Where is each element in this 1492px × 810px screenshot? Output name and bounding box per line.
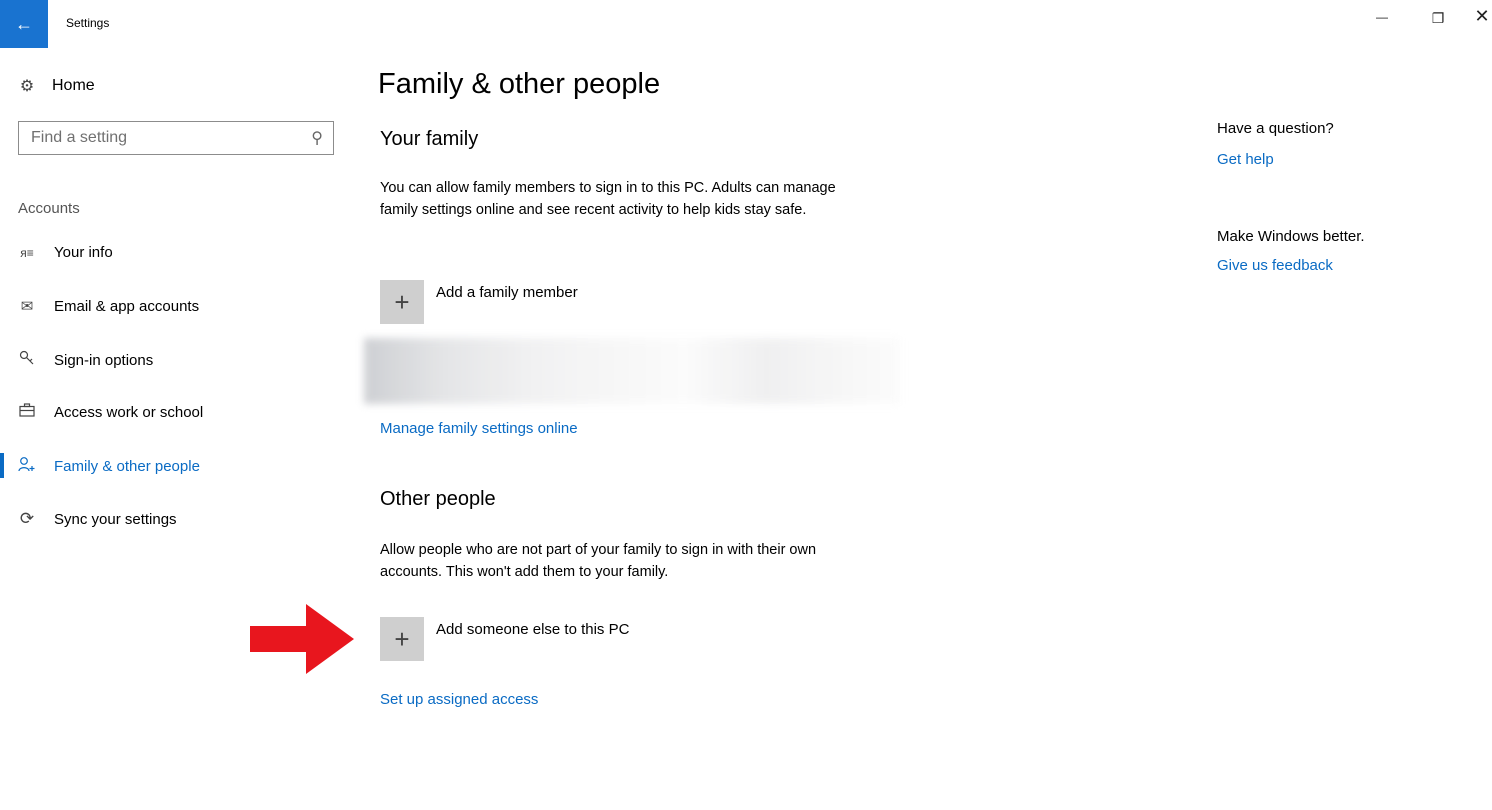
make-windows-better-text: Make Windows better. bbox=[1217, 228, 1365, 245]
close-icon: ✕ bbox=[1474, 6, 1490, 26]
key-svg bbox=[19, 350, 34, 365]
close-button[interactable]: ✕ bbox=[1462, 6, 1492, 27]
other-people-heading: Other people bbox=[380, 488, 496, 510]
add-family-member-label: Add a family member bbox=[436, 284, 578, 301]
assigned-access-link[interactable]: Set up assigned access bbox=[380, 691, 538, 708]
have-a-question-text: Have a question? bbox=[1217, 120, 1334, 137]
key-icon bbox=[18, 350, 36, 370]
plus-icon: + bbox=[380, 617, 424, 661]
your-family-description: You can allow family members to sign in … bbox=[380, 180, 836, 218]
add-someone-else-label: Add someone else to this PC bbox=[436, 621, 630, 638]
manage-family-link[interactable]: Manage family settings online bbox=[380, 420, 578, 437]
window-title: Settings bbox=[66, 16, 110, 30]
sidebar-item-sign-in[interactable]: Sign-in options bbox=[18, 350, 153, 370]
sync-icon: ⟳ bbox=[19, 509, 35, 528]
restore-button[interactable]: ❐ bbox=[1418, 10, 1458, 27]
sidebar-item-label: Access work or school bbox=[54, 403, 204, 421]
blurred-family-member bbox=[364, 338, 900, 404]
title-bar: ← Settings — ❐ ✕ bbox=[0, 0, 1492, 48]
sidebar-home[interactable]: ⚙ Home bbox=[18, 76, 95, 96]
sidebar-item-family[interactable]: Family & other people bbox=[18, 456, 200, 476]
sidebar-item-sync[interactable]: ⟳ Sync your settings bbox=[18, 509, 177, 529]
home-label: Home bbox=[52, 77, 95, 94]
minimize-icon: — bbox=[1376, 10, 1388, 24]
plus-icon: + bbox=[380, 280, 424, 324]
search-icon[interactable]: ⚲ bbox=[311, 128, 323, 148]
sidebar-section-title: Accounts bbox=[18, 200, 80, 217]
sidebar-item-label: Email & app accounts bbox=[54, 297, 200, 315]
back-arrow-icon: ← bbox=[15, 13, 33, 34]
mail-icon: ✉ bbox=[20, 298, 34, 315]
person-add-svg bbox=[18, 457, 35, 472]
get-help-link[interactable]: Get help bbox=[1217, 151, 1274, 168]
your-family-heading: Your family bbox=[380, 128, 479, 150]
sidebar-item-label: Sign-in options bbox=[54, 351, 154, 369]
sidebar-item-label: Sync your settings bbox=[54, 510, 177, 528]
person-add-icon bbox=[18, 456, 36, 476]
add-family-member-button[interactable]: + Add a family member bbox=[380, 280, 578, 324]
restore-icon: ❐ bbox=[1431, 10, 1445, 26]
other-people-description: Allow people who are not part of your fa… bbox=[380, 542, 817, 580]
sidebar-item-label: Family & other people bbox=[54, 457, 200, 475]
briefcase-icon bbox=[18, 403, 36, 421]
briefcase-svg bbox=[19, 403, 35, 417]
sidebar-item-email[interactable]: ✉ Email & app accounts bbox=[18, 297, 200, 316]
add-someone-else-button[interactable]: + Add someone else to this PC bbox=[380, 617, 629, 661]
search-box[interactable]: ⚲ bbox=[18, 121, 334, 155]
active-indicator bbox=[0, 453, 4, 478]
search-input[interactable] bbox=[29, 128, 313, 148]
sidebar-item-work-school[interactable]: Access work or school bbox=[18, 403, 203, 421]
red-arrow-icon bbox=[250, 604, 354, 674]
minimize-button[interactable]: — bbox=[1362, 8, 1402, 26]
sidebar-item-label: Your info bbox=[54, 244, 113, 261]
back-button[interactable]: ← bbox=[0, 0, 48, 48]
sidebar-item-your-info[interactable]: ᴙ≡ Your info bbox=[18, 244, 113, 261]
person-list-icon: ᴙ≡ bbox=[20, 245, 34, 260]
gear-icon: ⚙ bbox=[19, 78, 35, 95]
page-title: Family & other people bbox=[378, 68, 661, 100]
give-feedback-link[interactable]: Give us feedback bbox=[1217, 257, 1333, 274]
